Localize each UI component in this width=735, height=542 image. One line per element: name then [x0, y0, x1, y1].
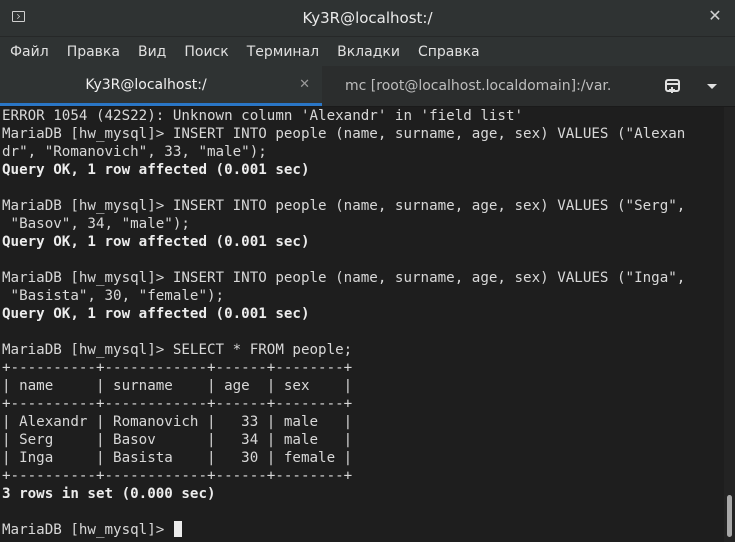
menu-tabs[interactable]: Вкладки	[327, 44, 408, 60]
tab-mc[interactable]: mc [root@localhost.localdomain]:/var...	[322, 66, 660, 106]
terminal-line: Query OK, 1 row affected (0.001 sec)	[2, 162, 310, 178]
terminal-line: MariaDB [hw_mysql]> INSERT INTO people (…	[2, 270, 686, 286]
menu-file[interactable]: Файл	[0, 44, 57, 60]
terminal-line: "Basov", 34, "male");	[2, 216, 190, 232]
menu-search[interactable]: Поиск	[174, 44, 236, 60]
close-icon[interactable]: ✕	[707, 8, 723, 24]
menu-edit[interactable]: Правка	[57, 44, 128, 60]
tab-bar: Ky3R@localhost:/ ✕ mc [root@localhost.lo…	[0, 66, 735, 107]
terminal-line: 3 rows in set (0.000 sec)	[2, 486, 216, 502]
window-title: Ky3R@localhost:/	[302, 9, 433, 27]
tab-label: mc [root@localhost.localdomain]:/var...	[345, 78, 610, 94]
terminal-output[interactable]: ERROR 1054 (42S22): Unknown column 'Alex…	[0, 107, 724, 542]
scrollbar-thumb[interactable]	[727, 495, 732, 537]
scrollbar[interactable]	[724, 107, 735, 542]
title-bar[interactable]: Ky3R@localhost:/ ✕	[0, 0, 735, 36]
text-cursor	[173, 521, 182, 537]
terminal-line: +----------+------------+------+--------…	[2, 360, 353, 376]
terminal-line: dr", "Romanovich", 33, "male");	[2, 144, 267, 160]
terminal-line: +----------+------------+------+--------…	[2, 396, 353, 412]
terminal-line: +----------+------------+------+--------…	[2, 468, 353, 484]
terminal-line: ERROR 1054 (42S22): Unknown column 'Alex…	[2, 108, 524, 124]
terminal-line: "Basista", 30, "female");	[2, 288, 225, 304]
terminal-line: Query OK, 1 row affected (0.001 sec)	[2, 306, 310, 322]
menu-bar: Файл Правка Вид Поиск Терминал Вкладки С…	[0, 36, 735, 67]
new-tab-icon[interactable]	[663, 76, 683, 96]
menu-view[interactable]: Вид	[128, 44, 174, 60]
terminal-line: | name | surname | age | sex |	[2, 378, 353, 394]
terminal-line: MariaDB [hw_mysql]> SELECT * FROM people…	[2, 342, 353, 358]
terminal-line: | Serg | Basov | 34 | male |	[2, 432, 353, 448]
terminal-line: MariaDB [hw_mysql]>	[2, 521, 182, 539]
terminal-line: MariaDB [hw_mysql]> INSERT INTO people (…	[2, 126, 686, 142]
chevron-down-icon[interactable]	[702, 76, 722, 96]
terminal-line: MariaDB [hw_mysql]> INSERT INTO people (…	[2, 198, 686, 214]
tab-label: Ky3R@localhost:/	[85, 76, 207, 93]
terminal-line: | Alexandr | Romanovich | 33 | male |	[2, 414, 353, 430]
terminal-line: | Inga | Basista | 30 | female |	[2, 450, 353, 466]
menu-help[interactable]: Справка	[408, 44, 488, 60]
tab-local-shell[interactable]: Ky3R@localhost:/ ✕	[0, 66, 322, 106]
menu-terminal[interactable]: Терминал	[237, 44, 327, 60]
terminal-line: Query OK, 1 row affected (0.001 sec)	[2, 234, 310, 250]
tab-close-icon[interactable]: ✕	[299, 77, 310, 92]
terminal-window: Ky3R@localhost:/ ✕ Файл Правка Вид Поиск…	[0, 0, 735, 542]
